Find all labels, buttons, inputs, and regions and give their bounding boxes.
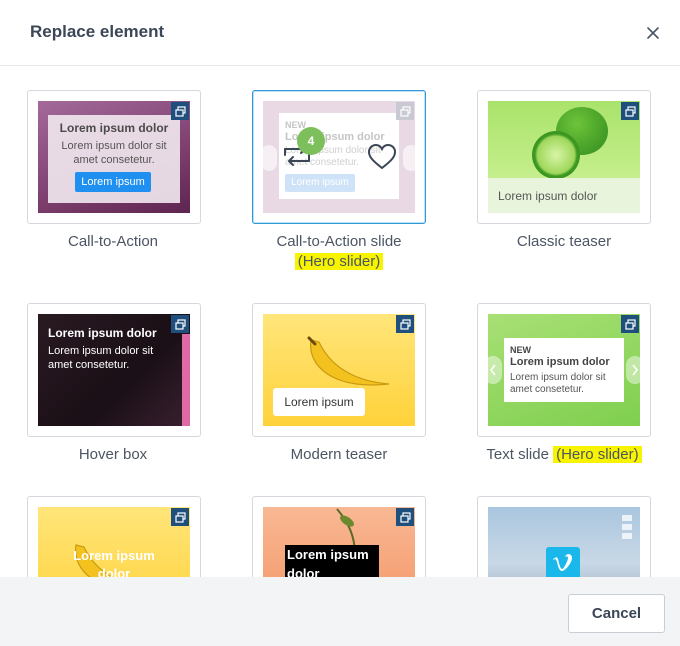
step-badge: 4	[297, 127, 325, 155]
thumb-caption: Lorem ipsum	[273, 388, 365, 416]
thumb-button: Lorem ipsum	[75, 172, 151, 192]
thumb-title: Lorem ipsum dolor	[48, 326, 157, 340]
hero-slider-tag: (Hero slider)	[294, 253, 384, 270]
layers-icon	[621, 315, 639, 333]
cancel-button[interactable]: Cancel	[568, 594, 665, 633]
element-label: Call-to-Action	[67, 233, 159, 250]
layers-icon	[621, 102, 639, 120]
thumb-body: Lorem ipsum dolor sit amet consetetur.	[61, 140, 167, 166]
layers-icon	[171, 315, 189, 333]
dialog-title: Replace element	[30, 22, 165, 41]
banana-image	[307, 336, 390, 386]
element-card-hover-box[interactable]: Lorem ipsum dolor Lorem ipsum dolor sit …	[27, 303, 201, 437]
layers-icon	[396, 508, 414, 526]
vimeo-icon	[546, 547, 580, 579]
thumb-new: NEW	[510, 345, 531, 355]
element-label: Call-to-Action slide (Hero slider)	[276, 233, 402, 270]
element-card-text-slide[interactable]: NEW Lorem ipsum dolor Lorem ipsum dolor …	[477, 303, 651, 437]
element-card-call-to-action[interactable]: Lorem ipsum dolor Lorem ipsum dolor sit …	[27, 90, 201, 224]
layers-icon	[171, 508, 189, 526]
element-card-modern-teaser[interactable]: Lorem ipsum	[252, 303, 426, 437]
thumb-title: Lorem ipsum dolor	[510, 356, 610, 368]
element-label: Classic teaser	[516, 233, 612, 250]
thumb-title: Lorem ipsum dolor	[59, 121, 169, 135]
element-card-classic-teaser[interactable]: Lorem ipsum dolor	[477, 90, 651, 224]
element-label: Modern teaser	[290, 446, 388, 463]
layers-icon	[396, 315, 414, 333]
thumbnail: NEW Lorem ipsum dolor Lorem ipsum dolor …	[488, 314, 640, 426]
thumb-caption: Lorem ipsum dolor	[498, 189, 598, 203]
dialog-header: Replace element	[0, 0, 680, 66]
chevron-left-icon	[488, 356, 502, 384]
layers-icon	[171, 102, 189, 120]
chevron-right-icon	[626, 356, 640, 384]
thumbnail: Lorem ipsum dolor Lorem ipsum dolor sit …	[38, 101, 190, 213]
thumb-button: Lorem ipsum	[285, 174, 355, 192]
thumb-body: Lorem ipsum dolor sit amet consetetur.	[48, 345, 154, 371]
close-icon	[647, 27, 659, 39]
dialog-footer: Cancel	[0, 577, 680, 646]
thumbnail: Lorem ipsum dolor	[488, 101, 640, 213]
element-card-call-to-action-slide[interactable]: NEW Lorem ipsum dolor Lorem ipsum dolor …	[252, 90, 426, 224]
thumbnail: Lorem ipsum dolor Lorem ipsum dolor sit …	[38, 314, 190, 426]
thumbnail: NEW Lorem ipsum dolor Lorem ipsum dolor …	[263, 101, 415, 213]
thumb-body: Lorem ipsum dolor sit amet consetetur.	[510, 372, 606, 395]
layers-icon	[396, 102, 414, 120]
element-label: Hover box	[78, 446, 148, 463]
close-button[interactable]	[642, 22, 664, 44]
chevron-left-icon	[263, 145, 277, 171]
lime-slice-image	[532, 131, 580, 179]
heart-icon	[367, 143, 397, 170]
menu-dots-icon	[622, 515, 632, 539]
element-label: Text slide (Hero slider)	[464, 445, 664, 465]
thumbnail: Lorem ipsum	[263, 314, 415, 426]
hero-slider-tag: (Hero slider)	[553, 446, 642, 463]
chevron-right-icon	[403, 145, 415, 171]
